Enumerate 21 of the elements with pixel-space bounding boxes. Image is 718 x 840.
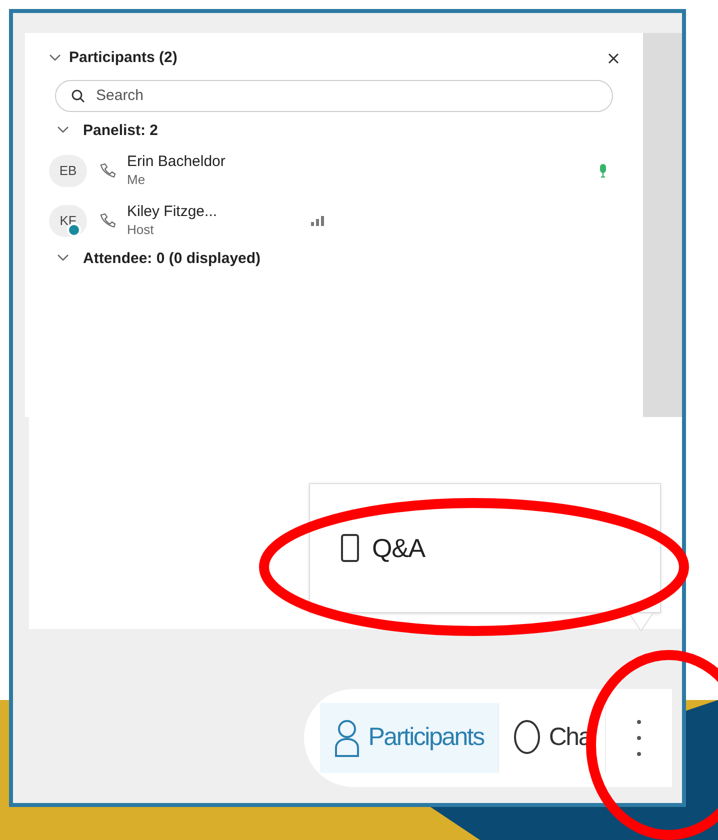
participants-tab[interactable]: Participants — [320, 703, 498, 773]
person-icon — [334, 718, 360, 758]
participant-role: Host — [127, 222, 155, 238]
group-label[interactable]: Panelist: 2 — [83, 120, 158, 143]
microphone-icon — [599, 164, 607, 178]
panel-title: Participants (2) — [69, 48, 178, 68]
close-icon[interactable] — [608, 52, 619, 64]
participant-name: Erin Bacheldor — [127, 153, 226, 172]
chevron-down-icon[interactable] — [49, 54, 61, 62]
avatar: KF — [49, 204, 87, 236]
participant-name: Kiley Fitzge... — [127, 203, 218, 222]
phone-icon — [99, 212, 117, 228]
search-field[interactable]: Search — [55, 80, 613, 112]
phone-icon — [99, 162, 117, 178]
more-icon — [636, 718, 642, 758]
signal-icon — [311, 216, 325, 226]
group-label[interactable]: Attendee: 0 (0 displayed) — [83, 248, 261, 271]
avatar: EB — [49, 154, 87, 186]
search-icon — [71, 88, 85, 102]
question-icon — [340, 533, 360, 563]
participant-role: Me — [127, 172, 146, 188]
